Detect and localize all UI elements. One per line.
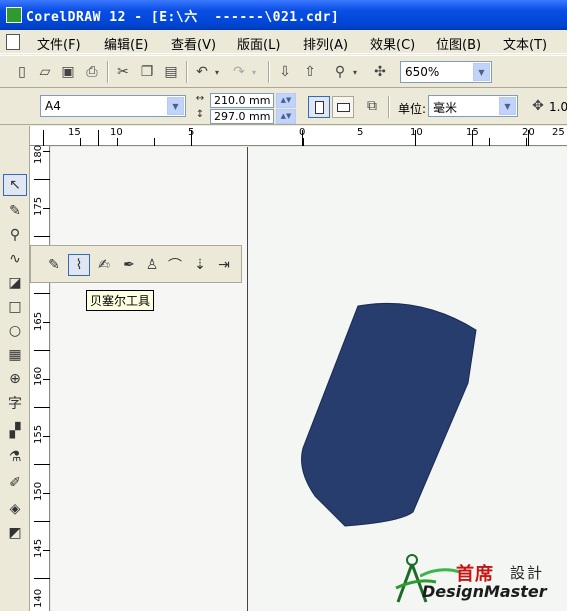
three-point-curve-tool-icon[interactable]: ⌒: [164, 254, 186, 276]
pen-tool-icon[interactable]: ✒: [118, 254, 140, 276]
bezier-tool-icon[interactable]: ⌇: [68, 254, 90, 276]
polyline-tool-icon[interactable]: ♙: [141, 254, 163, 276]
curve-tools-flyout: ✎ ⌇ ✍ ✒ ♙ ⌒ ⇣ ⇥: [30, 245, 242, 283]
dimension-tool-icon[interactable]: ⇥: [213, 254, 235, 276]
watermark-chinese-design: 設計: [510, 564, 545, 582]
artistic-media-tool-icon[interactable]: ✍: [93, 254, 115, 276]
blue-shape[interactable]: [301, 302, 477, 527]
freehand-tool-icon[interactable]: ✎: [43, 254, 65, 276]
watermark-english: DesignMaster: [422, 582, 547, 601]
tooltip: 贝塞尔工具: [86, 290, 155, 311]
interactive-connector-tool-icon[interactable]: ⇣: [189, 254, 211, 276]
swoosh-icon: [420, 568, 460, 578]
designmaster-watermark: 首席 設計 DesignMaster: [392, 552, 562, 607]
